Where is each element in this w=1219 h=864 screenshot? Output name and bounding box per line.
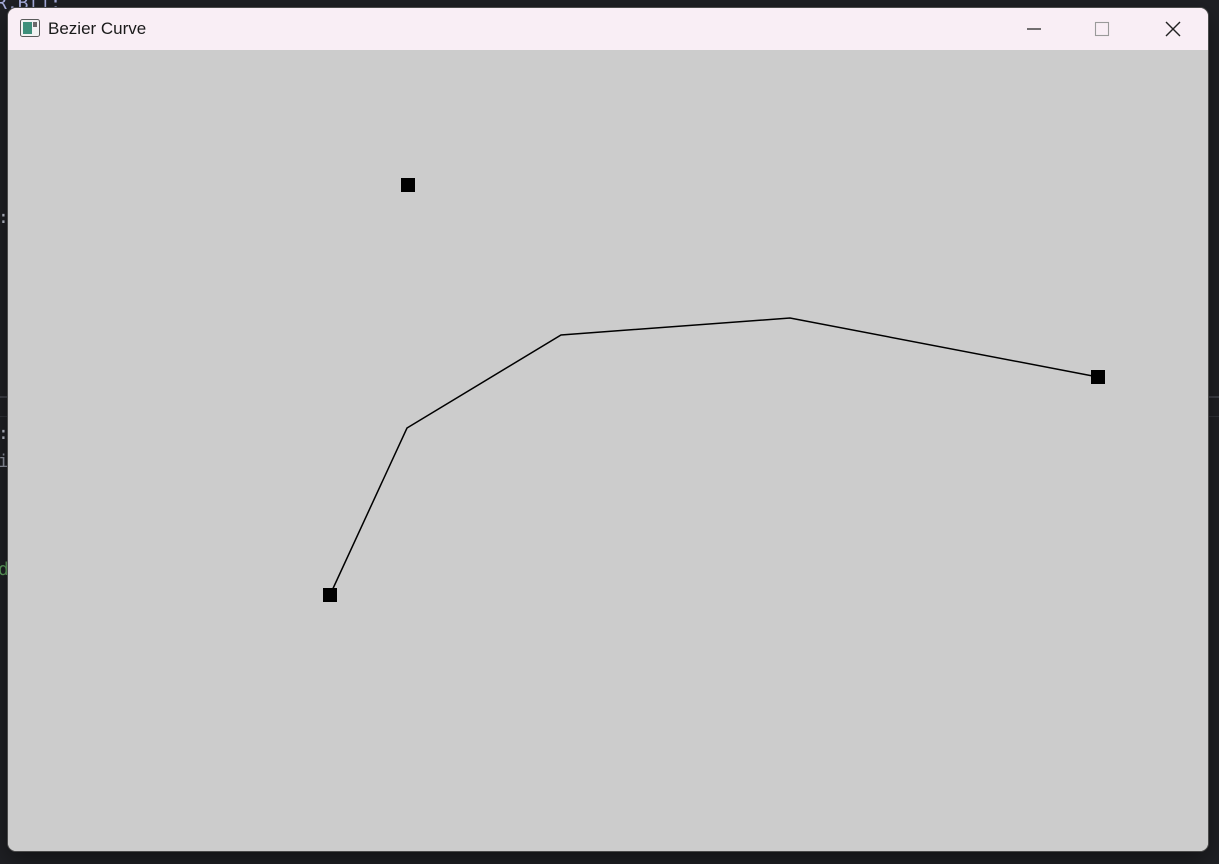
- close-button[interactable]: [1139, 8, 1207, 50]
- close-icon: [1165, 21, 1181, 37]
- drawing-canvas[interactable]: [8, 50, 1208, 851]
- control-point-handle[interactable]: [323, 588, 337, 602]
- window-title: Bezier Curve: [48, 19, 147, 38]
- bezier-curve-window[interactable]: Bezier Curve: [8, 8, 1208, 851]
- control-point-handle[interactable]: [1091, 370, 1105, 384]
- window-app-icon: [20, 19, 40, 37]
- maximize-icon: [1094, 21, 1110, 37]
- bezier-curve-polyline: [329, 317, 1099, 596]
- maximize-button[interactable]: [1068, 8, 1136, 50]
- title-bar[interactable]: Bezier Curve: [8, 8, 1208, 50]
- control-point-handle[interactable]: [401, 178, 415, 192]
- minimize-button[interactable]: [1000, 8, 1068, 50]
- minimize-icon: [1027, 28, 1041, 30]
- bezier-canvas-svg[interactable]: [8, 50, 1208, 851]
